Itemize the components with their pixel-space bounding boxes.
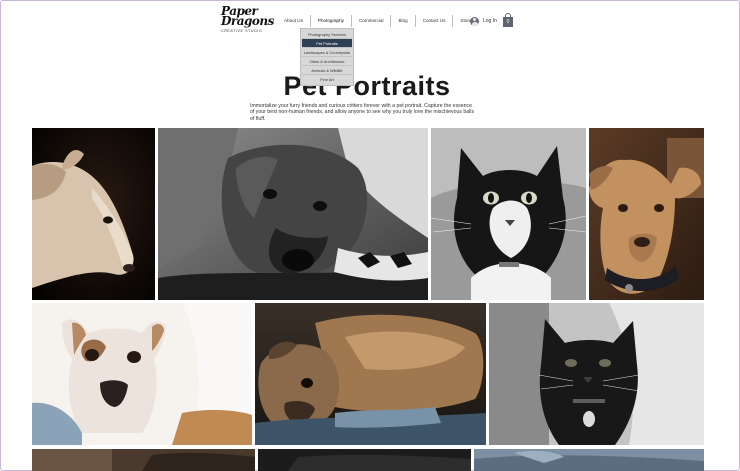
intro-text: Immortalize your furry friends and curio…: [250, 103, 475, 122]
photo-tan-dog-collar[interactable]: [589, 128, 704, 300]
logo[interactable]: Paper Dragons CREATIVE STUDIO: [221, 4, 274, 38]
photo-brindle-dog-resting[interactable]: [158, 128, 428, 300]
menu-item-fine-art[interactable]: Fine Art: [302, 75, 352, 84]
login-label: Log In: [483, 18, 497, 24]
photography-dropdown: Photography Services Pet Portraits Lands…: [300, 28, 354, 86]
page-title: Pet Portraits: [283, 71, 451, 101]
login-button[interactable]: Log In: [470, 15, 497, 27]
photo-whippet-profile[interactable]: [32, 128, 155, 300]
menu-item-cities-architecture[interactable]: Cities & Architecture: [302, 57, 352, 66]
photo-white-dog-portrait[interactable]: [32, 303, 252, 445]
row3-left-image: [32, 449, 255, 471]
tuxedo-cat-image: [431, 128, 586, 300]
row3-right-image: [474, 449, 704, 471]
nav-about-us[interactable]: About Us: [277, 15, 310, 27]
photo-dog-lying-down[interactable]: [255, 303, 486, 445]
cart-button[interactable]: 0: [503, 13, 513, 27]
nav-blog[interactable]: Blog: [390, 15, 414, 27]
nav-commercial[interactable]: Commercial: [350, 15, 391, 27]
main-nav: About Us Photography Commercial Blog Con…: [277, 15, 478, 27]
photo-black-cat[interactable]: [489, 303, 704, 445]
black-cat-image: [489, 303, 704, 445]
photo-row3-middle[interactable]: [258, 449, 471, 471]
menu-item-pet-portraits[interactable]: Pet Portraits: [302, 39, 352, 48]
whippet-image: [32, 128, 155, 300]
nav-contact-us[interactable]: Contact Us: [414, 15, 453, 27]
photo-tuxedo-cat[interactable]: [431, 128, 586, 300]
menu-item-photography-services[interactable]: Photography Services: [302, 30, 352, 39]
logo-title: Paper Dragons: [221, 4, 274, 28]
brindle-dog-image: [158, 128, 428, 300]
cart-count: 0: [503, 17, 513, 27]
photo-row3-left[interactable]: [32, 449, 255, 471]
lying-dog-image: [255, 303, 486, 445]
photo-row3-right[interactable]: [474, 449, 704, 471]
menu-item-landscapes-countryside[interactable]: Landscapes & Countryside: [302, 48, 352, 57]
tan-dog-image: [589, 128, 704, 300]
logo-tagline: CREATIVE STUDIO: [221, 29, 263, 33]
user-avatar-icon: [470, 16, 479, 26]
white-dog-image: [32, 303, 252, 445]
menu-item-animals-wildlife[interactable]: Animals & Wildlife: [302, 66, 352, 75]
nav-photography[interactable]: Photography: [309, 15, 351, 27]
row3-middle-image: [258, 449, 471, 471]
